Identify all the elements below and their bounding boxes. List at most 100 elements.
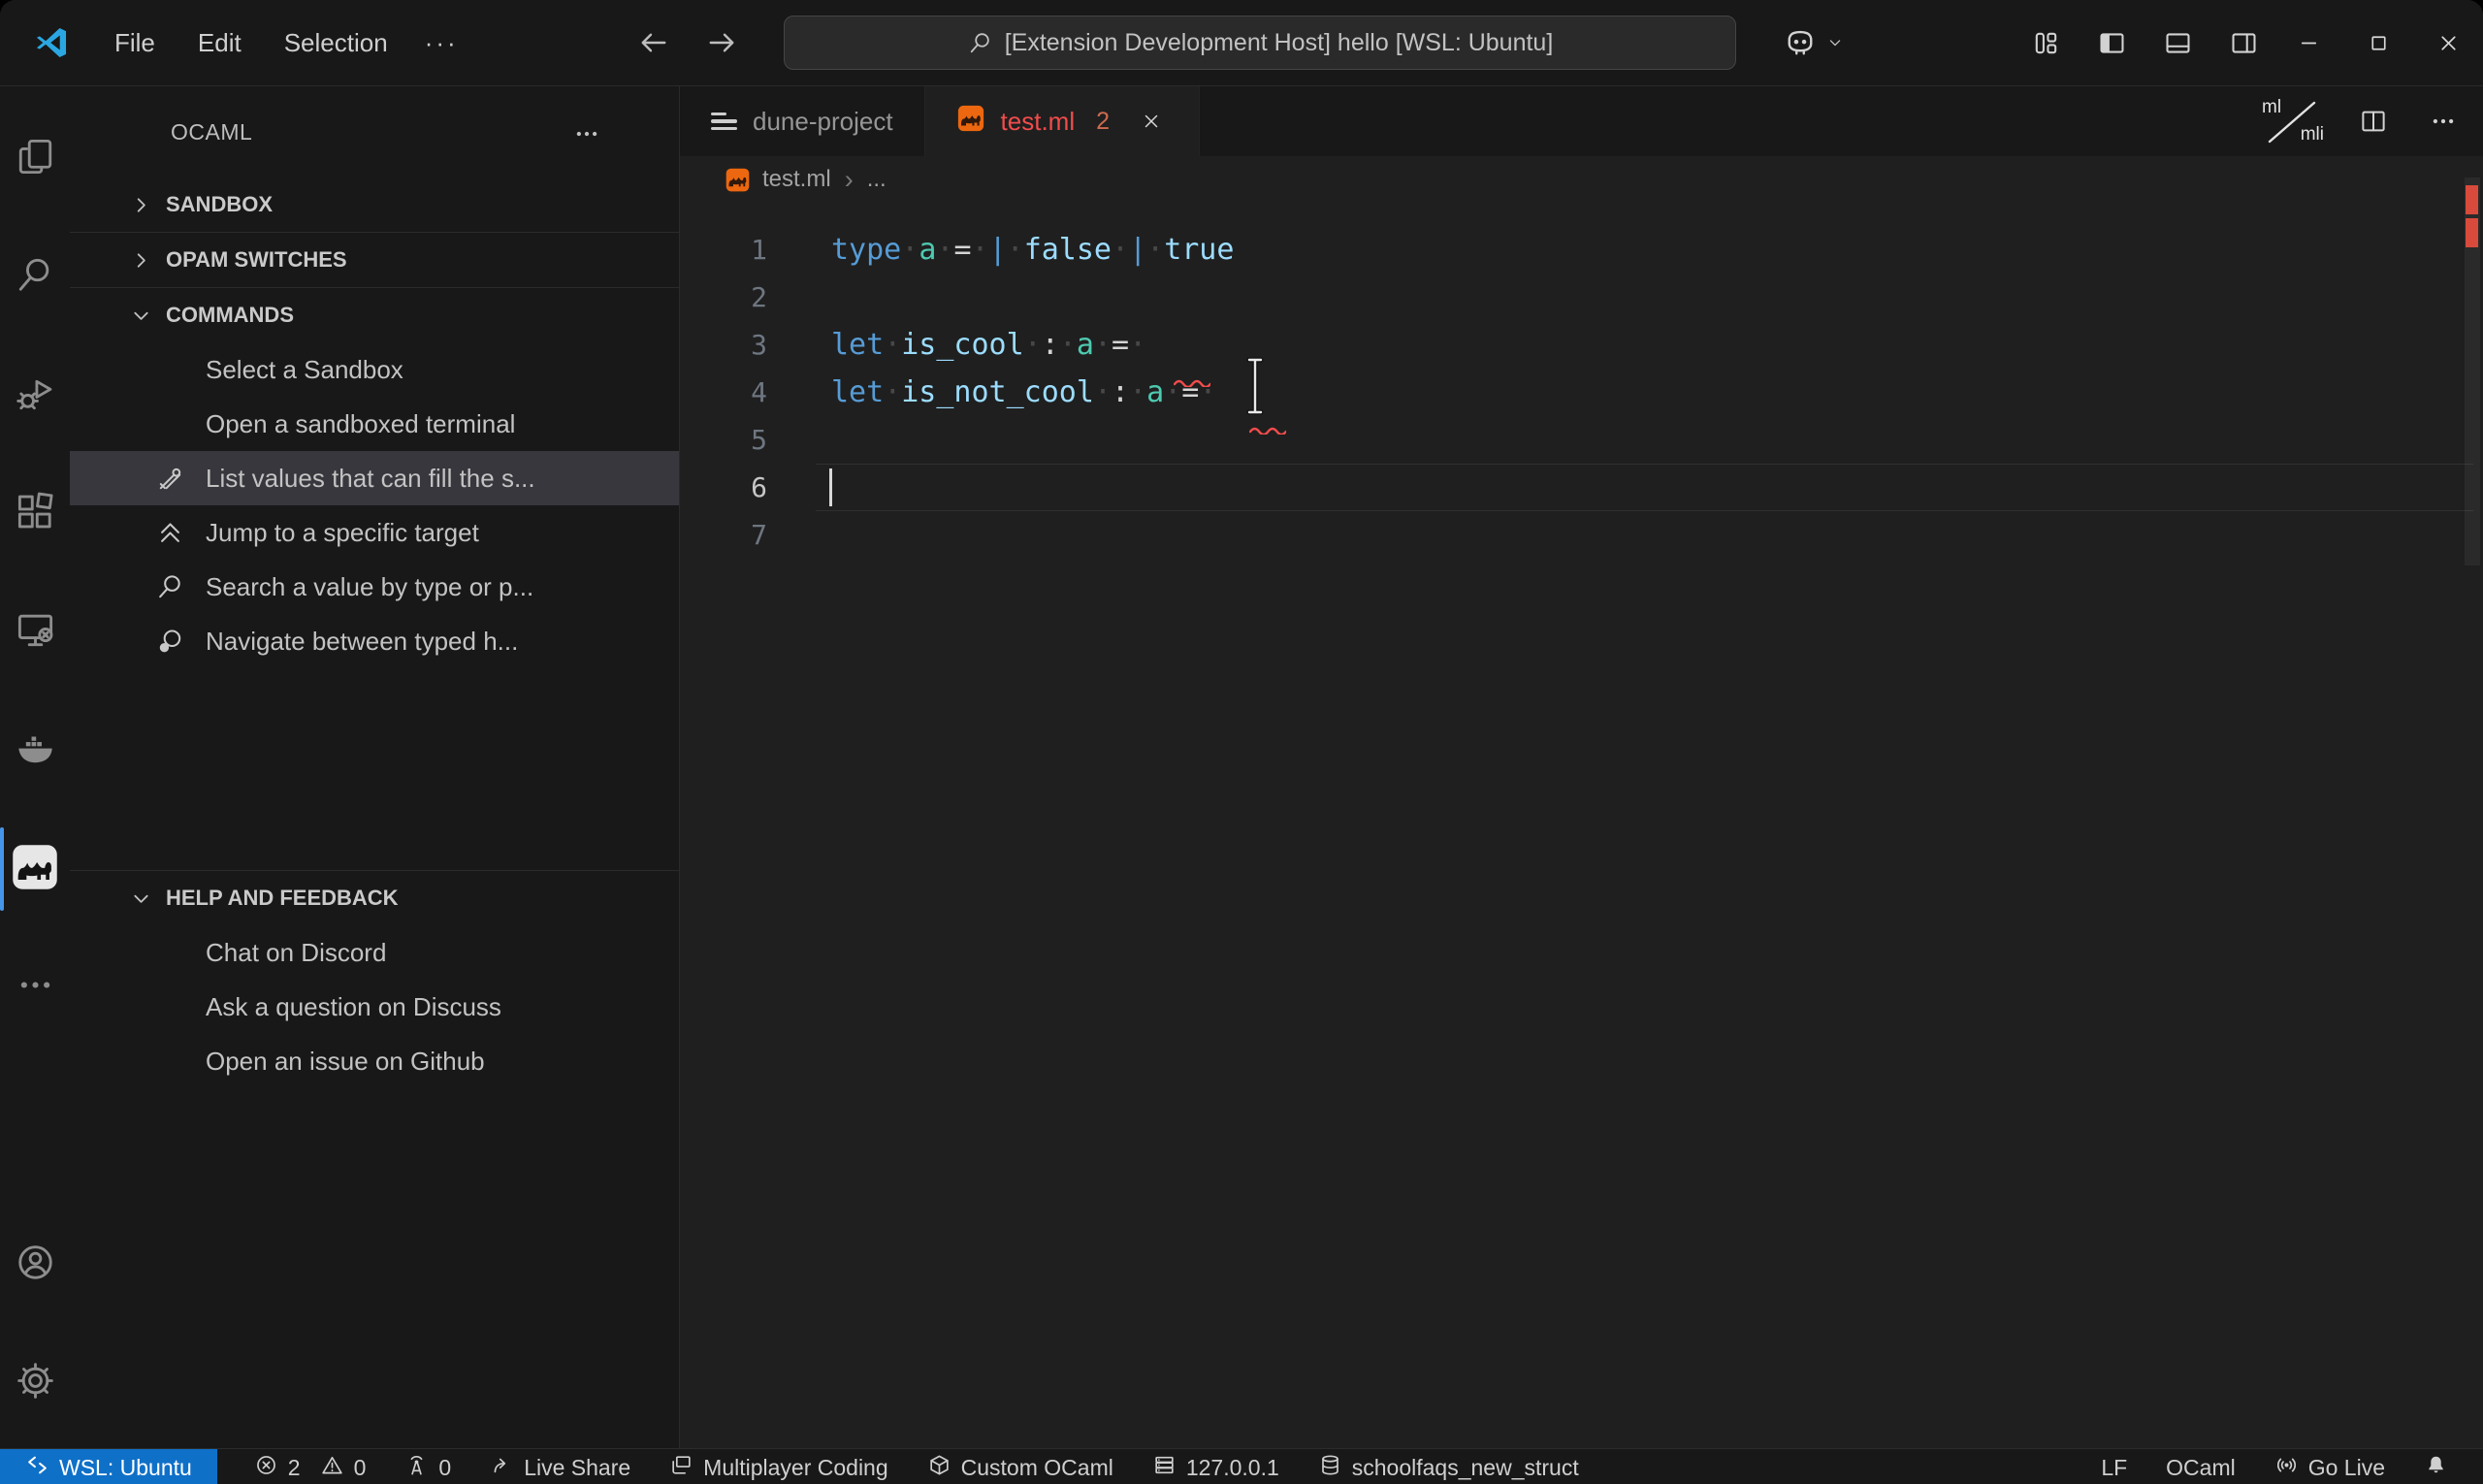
command-chat-on-discord[interactable]: Chat on Discord [70,925,679,980]
split-editor-button[interactable] [2353,101,2394,142]
code-line-1[interactable]: 1 type·a·=·|·false·|·true [680,226,2483,274]
activity-docker[interactable] [0,692,70,810]
status-problems[interactable]: 20 [235,1449,386,1484]
menu-edit[interactable]: Edit [177,28,263,58]
run-debug-icon [15,372,56,419]
code-line-4[interactable]: 4 let·is_not_cool·:·a·=· [680,357,2483,436]
copilot-button[interactable] [1783,0,1845,85]
status-go-live[interactable]: Go Live [2255,1449,2404,1484]
extensions-icon [15,491,56,537]
activity-run-debug[interactable] [0,337,70,455]
activity-search[interactable] [0,218,70,337]
mouse-ibeam-cursor [1245,357,1265,415]
tab-label: dune-project [753,106,893,136]
activity-more[interactable] [0,928,70,1047]
command-ask-a-question-on-discuss[interactable]: Ask a question on Discuss [70,980,679,1034]
search-icon [967,30,993,56]
section-label: SANDBOX [166,192,274,216]
more-icon [15,964,56,1011]
command-list-values-that-can-fill-the-s[interactable]: List values that can fill the s... [70,451,679,505]
editor-actions: ml mli [2260,86,2464,156]
command-open-a-sandboxed-terminal[interactable]: Open a sandboxed terminal [70,397,679,451]
command-navigate-between-typed-h[interactable]: Navigate between typed h... [70,614,679,668]
blank-icon [153,407,186,440]
command-select-a-sandbox[interactable]: Select a Sandbox [70,342,679,397]
status-live-share[interactable]: Live Share [470,1449,650,1484]
item-label: Search a value by type or p... [206,571,534,601]
status-label: Custom OCaml [960,1454,1113,1480]
dune-file-icon [711,109,737,135]
command-center-search[interactable]: [Extension Development Host] hello [WSL:… [784,16,1736,70]
status-notifications[interactable] [2404,1449,2467,1484]
item-label: Jump to a specific target [206,517,479,547]
toggle-panel-button[interactable] [2155,20,2200,65]
code-text: let·is_cool·:·a·=· [831,328,1147,362]
activity-settings[interactable] [0,1324,70,1442]
more-actions-button[interactable] [2423,101,2464,142]
toggle-primary-sidebar-button[interactable] [2089,20,2134,65]
bell-icon [2424,1453,2448,1483]
line-number: 6 [751,471,767,503]
code-line-5[interactable]: 5 [680,416,2483,464]
menu-more[interactable]: ··· [409,28,474,58]
section-opam-switches[interactable]: OPAM SWITCHES [70,232,679,287]
history-nav [636,0,739,85]
code-line-7[interactable]: 7 [680,511,2483,559]
menu-selection[interactable]: Selection [263,28,409,58]
status-ports[interactable]: 0 [385,1449,470,1484]
code-line-3[interactable]: 3 let·is_cool·:·a·=· [680,321,2483,389]
tab-dune-project[interactable]: dune-project [680,86,925,156]
sidebar-more-actions-button[interactable] [572,119,605,146]
breadcrumb[interactable]: test.ml › ... [680,156,2483,203]
blank-icon [153,1045,186,1078]
activity-remote-explorer[interactable] [0,573,70,692]
maximize-button[interactable] [2343,0,2413,85]
activity-explorer[interactable] [0,100,70,218]
broadcast-tower-icon [404,1453,429,1483]
section-label: COMMANDS [166,303,294,327]
status-custom-ocaml[interactable]: Custom OCaml [908,1449,1133,1484]
status-server[interactable]: 127.0.0.1 [1133,1449,1299,1484]
chevrons-up-icon [153,516,186,549]
tab-test-ml[interactable]: test.ml 2 [924,86,1201,156]
switch-ml-mli-button[interactable]: ml mli [2260,97,2324,145]
status-database[interactable]: schoolfaqs_new_struct [1299,1449,1598,1484]
tab-bar: dune-project test.ml 2 ml mli [680,86,2483,156]
line-number: 1 [751,234,767,266]
close-button[interactable] [2413,0,2483,85]
section-help-and-feedback[interactable]: HELP AND FEEDBACK [70,870,679,925]
command-jump-to-a-specific-target[interactable]: Jump to a specific target [70,505,679,560]
error-circle-icon [254,1453,278,1483]
breadcrumb-file[interactable]: test.ml [762,166,831,193]
code-editor[interactable]: 1 type·a·=·|·false·|·true 2 3 let·is_cool·:·… [680,203,2483,559]
settings-icon [15,1360,56,1406]
activity-ocaml[interactable] [0,810,70,928]
menu-file[interactable]: File [93,28,177,58]
minimize-button[interactable] [2273,0,2343,85]
status-label: schoolfaqs_new_struct [1351,1454,1579,1480]
command-search-a-value-by-type-or-p[interactable]: Search a value by type or p... [70,560,679,614]
toggle-secondary-sidebar-button[interactable] [2221,20,2266,65]
section-sandbox[interactable]: SANDBOX [70,177,679,232]
breadcrumb-symbol[interactable]: ... [867,166,887,193]
item-label: Ask a question on Discuss [206,991,501,1021]
vscode-window: File Edit Selection ··· [Extension Developm… [0,0,2483,1484]
forward-arrow-button[interactable] [704,25,739,60]
line-number: 7 [751,519,767,551]
activity-bar [0,86,70,1448]
activity-account[interactable] [0,1206,70,1324]
back-arrow-button[interactable] [636,25,671,60]
command-open-an-issue-on-github[interactable]: Open an issue on Github [70,1034,679,1088]
code-line-2[interactable]: 2 [680,274,2483,321]
activity-extensions[interactable] [0,455,70,573]
close-tab-icon[interactable] [1135,105,1168,138]
status-remote[interactable]: WSL: Ubuntu [0,1449,217,1484]
line-number: 4 [751,376,767,408]
status-multiplayer-coding[interactable]: Multiplayer Coding [650,1449,907,1484]
customize-layout-button[interactable] [2023,20,2068,65]
code-line-6[interactable]: 6 [680,464,2483,511]
status-language-mode[interactable]: OCaml [2146,1449,2255,1484]
status-eol[interactable]: LF [2081,1449,2146,1484]
section-commands[interactable]: COMMANDS [70,287,679,342]
